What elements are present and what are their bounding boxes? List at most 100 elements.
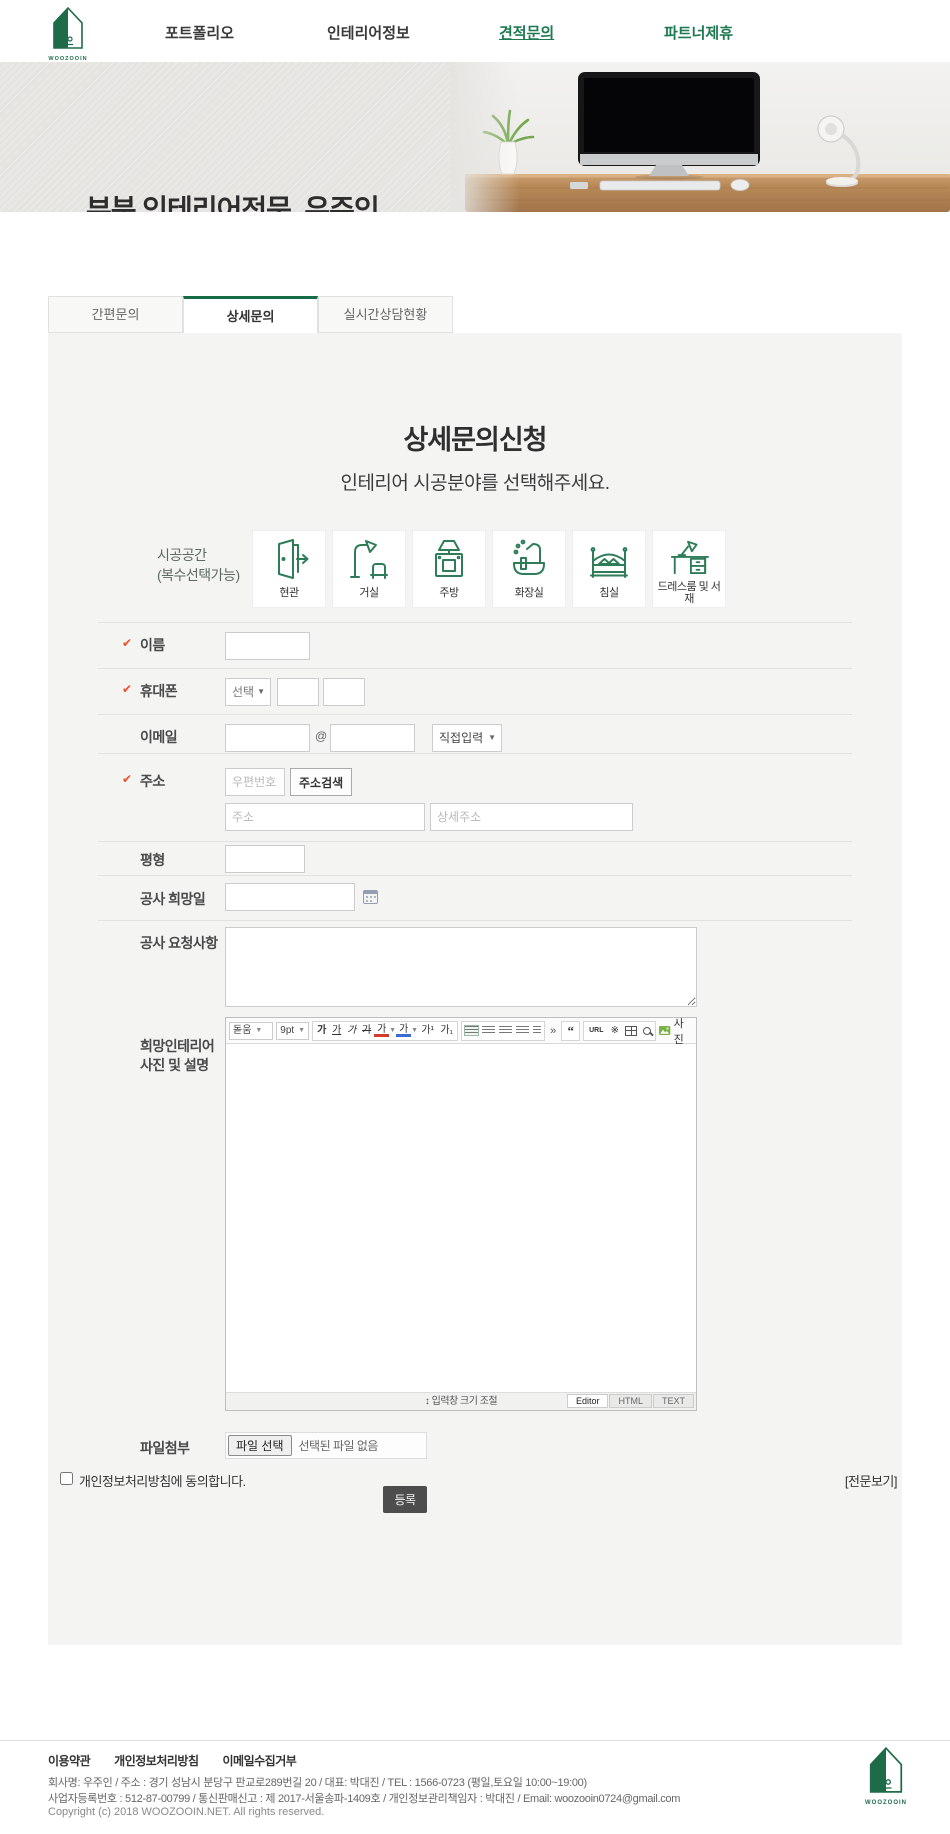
space-option-livingroom[interactable]: 거실 [332,530,406,608]
text-style-group: 가 가 가 가 가 ▼ 가 ▼ 가¹ 가₁ [312,1021,458,1041]
superscript-button[interactable]: 가¹ [418,1023,437,1039]
align-justify-icon[interactable] [516,1026,529,1035]
rich-text-editor: 돋움 ▼ 9pt ▼ 가 가 가 가 가 ▼ 가 ▼ 가¹ 가₁ [225,1017,697,1411]
hero-desk-photo [450,62,950,212]
livingroom-icon [347,537,391,581]
date-input[interactable] [225,883,355,911]
email-at-sign: @ [315,729,327,743]
space-option-bathroom[interactable]: 화장실 [492,530,566,608]
date-label: 공사 희망일 [140,889,205,909]
align-group [461,1021,545,1041]
underline-button[interactable]: 가 [329,1023,344,1039]
font-color-button[interactable]: 가 [374,1024,389,1037]
email-domain-input[interactable] [330,724,415,752]
chevron-down-icon: ▼ [257,679,265,705]
footer-copyright: Copyright (c) 2018 WOOZOOIN.NET. All rig… [48,1806,324,1818]
address-label: 주소 [140,771,165,791]
footer-link-privacy[interactable]: 개인정보처리방침 [114,1752,198,1769]
link-button[interactable]: URL [585,1023,607,1039]
hero-title: 부분 인테리어전문, 우주인 [86,188,379,212]
insert-group: URL ※ [583,1021,656,1041]
footer-company-info: 회사명: 우주인 / 주소 : 경기 성남시 분당구 판교로289번길 20 /… [48,1774,587,1790]
email-domain-select[interactable]: 직접입력 ▼ [432,724,502,752]
privacy-view-link[interactable]: [전문보기] [845,1471,897,1490]
size-input[interactable] [225,845,305,873]
door-icon [267,537,311,581]
table-icon[interactable] [625,1026,637,1036]
email-label: 이메일 [140,727,177,747]
font-family-select[interactable]: 돋움 ▼ [229,1022,273,1040]
align-center-icon[interactable] [482,1026,495,1035]
nav-quote-inquiry[interactable]: 견적문의 [499,22,554,43]
privacy-agree-label: 개인정보처리방침에 동의합니다. [79,1471,246,1490]
divider [98,714,852,715]
phone-prefix-select[interactable]: 선택 ▼ [225,678,271,706]
space-option-entrance[interactable]: 현관 [252,530,326,608]
footer-link-terms[interactable]: 이용약관 [48,1752,90,1769]
highlight-color-button[interactable]: 가 [396,1024,411,1037]
mode-tab-html[interactable]: HTML [609,1394,652,1408]
tab-simple-inquiry[interactable]: 간편문의 [48,296,183,333]
image-icon [659,1025,670,1036]
space-option-bedroom[interactable]: 침실 [572,530,646,608]
space-option-kitchen[interactable]: 주방 [412,530,486,608]
nav-partner[interactable]: 파트너제휴 [664,22,733,43]
italic-button[interactable]: 가 [344,1023,359,1039]
email-id-input[interactable] [225,724,310,752]
privacy-agree-checkbox[interactable] [60,1472,73,1485]
brand-logo[interactable]: WOOZOOIN [45,6,91,62]
mode-tab-text[interactable]: TEXT [653,1394,694,1408]
nav-interior-info[interactable]: 인테리어정보 [327,22,410,43]
required-check-icon: ✔ [122,682,132,696]
address-input[interactable] [225,803,425,831]
phone-last-input[interactable] [323,678,365,706]
form-subtitle: 인테리어 시공분야를 선택해주세요. [48,468,902,495]
editor-content-area[interactable] [226,1044,696,1394]
align-left-icon[interactable] [465,1026,478,1035]
bedroom-icon [587,537,631,581]
space-select-label: 시공공간 (복수선택가능) [157,545,240,585]
footer-logo: WOOZOOIN [860,1746,912,1806]
font-size-select[interactable]: 9pt ▼ [276,1022,309,1040]
file-select-button[interactable]: 파일 선택 [228,1435,292,1456]
bold-button[interactable]: 가 [314,1023,329,1039]
space-option-dressroom-study[interactable]: 드레스룸 및 서재 [652,530,726,608]
divider [98,875,852,876]
nav-portfolio[interactable]: 포트폴리오 [165,22,234,43]
name-input[interactable] [225,632,310,660]
tab-live-consult-status[interactable]: 실시간상담현황 [318,296,453,333]
request-textarea[interactable] [225,927,697,1007]
file-input-box: 파일 선택 선택된 파일 없음 [225,1432,427,1459]
address-search-button[interactable]: 주소검색 [290,768,352,796]
strikethrough-button[interactable]: 가 [359,1023,374,1039]
calendar-icon[interactable] [363,890,378,904]
subscript-button[interactable]: 가₁ [437,1023,456,1039]
blockquote-button[interactable]: “ [563,1023,578,1039]
submit-button[interactable]: 등록 [383,1486,427,1513]
phone-mid-input[interactable] [277,678,319,706]
resize-arrows-icon: ↕ [425,1396,430,1407]
request-label: 공사 요청사항 [140,933,218,953]
house-logo-icon [51,6,85,50]
form-title: 상세문의신청 [48,418,902,457]
tab-detail-inquiry[interactable]: 상세문의 [183,296,318,334]
toolbar-more-button[interactable]: » [548,1025,558,1037]
chevron-down-icon[interactable]: ▼ [411,1027,418,1034]
zipcode-input[interactable] [225,768,285,796]
mode-tab-editor[interactable]: Editor [567,1394,609,1408]
editor-toolbar: 돋움 ▼ 9pt ▼ 가 가 가 가 가 ▼ 가 ▼ 가¹ 가₁ [226,1018,696,1044]
chevron-down-icon[interactable]: ▼ [389,1027,396,1034]
address-detail-input[interactable] [430,803,633,831]
align-right-icon[interactable] [499,1026,512,1035]
divider [98,668,852,669]
photo-attach-button[interactable]: 사진 [659,1015,693,1047]
header: WOOZOOIN 포트폴리오 인테리어정보 견적문의 파트너제휴 [0,0,950,62]
search-icon[interactable] [643,1027,651,1035]
footer-link-email-refusal[interactable]: 이메일수집거부 [223,1752,297,1769]
size-label: 평형 [140,850,165,870]
special-char-button[interactable]: ※ [607,1023,622,1039]
chevron-down-icon: ▼ [488,725,496,751]
name-label: 이름 [140,635,165,655]
line-height-icon[interactable] [533,1026,541,1035]
divider [98,841,852,842]
